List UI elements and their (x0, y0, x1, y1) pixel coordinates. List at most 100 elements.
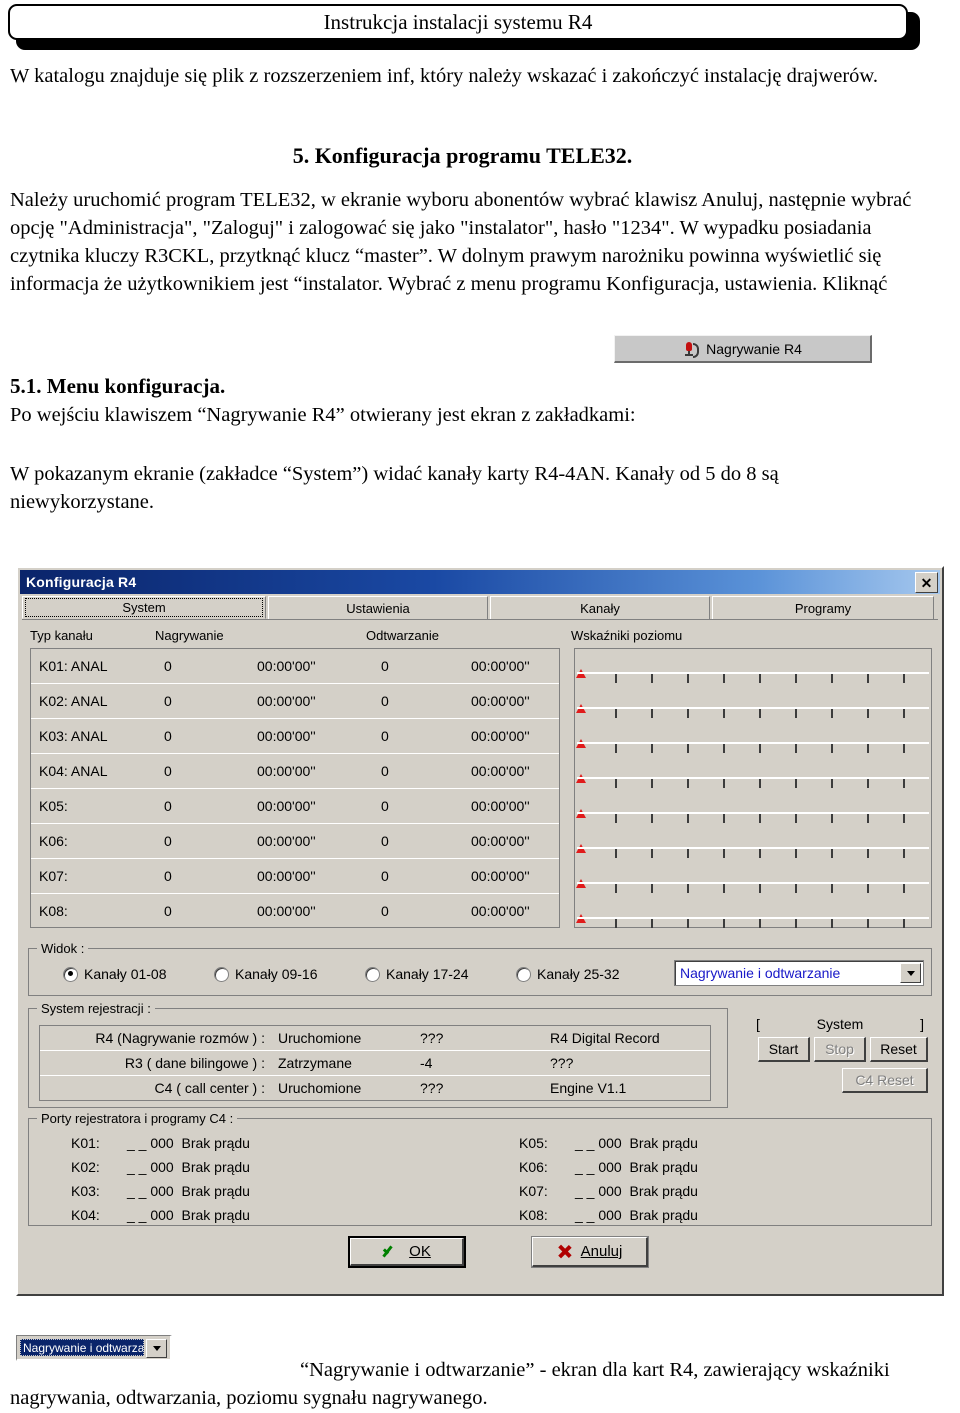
ok-button[interactable]: OK (348, 1236, 466, 1268)
level-meter-track (577, 742, 929, 753)
table-row[interactable]: K08: 0 00:00'00'' 0 00:00'00'' (31, 894, 559, 929)
column-header-odtwarzanie: Odtwarzanie (366, 628, 439, 643)
sysreg-label: C4 ( call center ) : (154, 1080, 265, 1096)
sysreg-info: R4 Digital Record (550, 1030, 660, 1046)
rec-time: 00:00'00'' (257, 833, 316, 849)
rec-time: 00:00'00'' (257, 728, 316, 744)
sysreg-label: R4 (Nagrywanie rozmów ) : (95, 1030, 265, 1046)
port-key: K01: (71, 1135, 100, 1151)
reset-button[interactable]: Reset (870, 1037, 928, 1062)
nagrywanie-r4-button[interactable]: Nagrywanie R4 (614, 335, 872, 363)
rec-time: 00:00'00'' (257, 903, 316, 919)
play-time: 00:00'00'' (471, 868, 530, 884)
play-count: 0 (381, 903, 389, 919)
bottom-mode-value: Nagrywanie i odtwarzanie (20, 1339, 144, 1356)
channel-name: K08: (39, 903, 68, 919)
radio-kanaly-17-24[interactable]: Kanały 17-24 (365, 966, 469, 982)
port-value: _ _ 000 Brak prądu (127, 1135, 250, 1151)
widok-legend: Widok : (37, 941, 89, 956)
sysreg-code: -4 (420, 1055, 433, 1071)
table-row: R4 (Nagrywanie rozmów ) : Uruchomione ??… (40, 1026, 710, 1051)
port-value: _ _ 000 Brak prądu (127, 1207, 250, 1223)
porty-legend: Porty rejestratora i programy C4 : (37, 1111, 238, 1126)
tab-programy[interactable]: Programy (712, 596, 934, 619)
system-rejestracji-legend: System rejestracji : (37, 1001, 155, 1016)
radio-kanaly-01-08[interactable]: Kanały 01-08 (63, 966, 167, 982)
tab-ustawienia[interactable]: Ustawienia (268, 596, 488, 619)
close-icon[interactable]: ✕ (915, 572, 938, 593)
port-key: K07: (519, 1183, 548, 1199)
level-indicators-panel (574, 648, 932, 928)
level-meter-track (577, 672, 929, 683)
cancel-button-label: Anuluj (580, 1243, 623, 1260)
level-meter-row (575, 894, 931, 929)
sysreg-state: Uruchomione (278, 1080, 362, 1096)
port-key: K03: (71, 1183, 100, 1199)
play-time: 00:00'00'' (471, 833, 530, 849)
level-meter-track (577, 707, 929, 718)
figure-caption-text: “Nagrywanie i odtwarzanie” - ekran dla k… (10, 1359, 890, 1409)
play-time: 00:00'00'' (471, 658, 530, 674)
port-key: K02: (71, 1159, 100, 1175)
table-row[interactable]: K03: ANAL 0 00:00'00'' 0 00:00'00'' (31, 719, 559, 754)
table-row[interactable]: K01: ANAL 0 00:00'00'' 0 00:00'00'' (31, 649, 559, 684)
section-heading-5: 5. Konfiguracja programu TELE32. (292, 143, 633, 168)
rec-count: 0 (164, 868, 172, 884)
level-meter-row (575, 649, 931, 684)
c4-reset-button[interactable]: C4 Reset (842, 1068, 928, 1093)
play-count: 0 (381, 728, 389, 744)
start-button[interactable]: Start (758, 1037, 810, 1062)
widok-groupbox: Widok : Kanały 01-08 Kanały 09-16 Kanały… (28, 941, 932, 996)
rec-time: 00:00'00'' (257, 658, 316, 674)
level-meter-row (575, 719, 931, 754)
sysreg-label: R3 ( dane bilingowe ) : (124, 1055, 265, 1071)
port-value: _ _ 000 Brak prądu (575, 1207, 698, 1223)
table-row[interactable]: K02: ANAL 0 00:00'00'' 0 00:00'00'' (31, 684, 559, 719)
channel-table[interactable]: K01: ANAL 0 00:00'00'' 0 00:00'00'' K02:… (30, 648, 560, 928)
level-meter-row (575, 754, 931, 789)
system-panel-label: System (816, 1016, 864, 1032)
start-button-label: Start (768, 1041, 799, 1057)
port-key: K05: (519, 1135, 548, 1151)
table-row[interactable]: K04: ANAL 0 00:00'00'' 0 00:00'00'' (31, 754, 559, 789)
cancel-button[interactable]: Anuluj (531, 1236, 649, 1268)
tab-kanaly[interactable]: Kanały (490, 596, 710, 619)
widok-mode-value: Nagrywanie i odtwarzanie (680, 965, 841, 981)
reset-button-label: Reset (880, 1041, 917, 1057)
radio-dot-icon (516, 966, 531, 982)
system-rejestracji-groupbox: System rejestracji : R4 (Nagrywanie rozm… (28, 1001, 728, 1108)
chevron-down-icon[interactable] (900, 963, 921, 983)
stop-button[interactable]: Stop (814, 1037, 866, 1062)
radio-kanaly-25-32[interactable]: Kanały 25-32 (516, 966, 620, 982)
play-count: 0 (381, 693, 389, 709)
widok-mode-combobox[interactable]: Nagrywanie i odtwarzanie (674, 960, 924, 986)
bracket-left: [ (756, 1016, 760, 1032)
radio-kanaly-09-16[interactable]: Kanały 09-16 (214, 966, 318, 982)
port-key: K06: (519, 1159, 548, 1175)
table-row[interactable]: K07: 0 00:00'00'' 0 00:00'00'' (31, 859, 559, 894)
page-title: Instrukcja instalacji systemu R4 (323, 10, 593, 34)
rec-time: 00:00'00'' (257, 693, 316, 709)
level-meter-row (575, 789, 931, 824)
level-meter-row (575, 824, 931, 859)
port-value: _ _ 000 Brak prądu (575, 1135, 698, 1151)
rec-count: 0 (164, 658, 172, 674)
system-rejestracji-table: R4 (Nagrywanie rozmów ) : Uruchomione ??… (39, 1025, 711, 1101)
dialog-titlebar[interactable]: Konfiguracja R4 ✕ (20, 570, 940, 594)
tab-kanaly-label: Kanały (580, 600, 620, 616)
sysreg-state: Uruchomione (278, 1030, 362, 1046)
channel-name: K02: ANAL (39, 693, 108, 709)
radio-dot-icon (63, 966, 78, 982)
konfiguracja-r4-dialog: Konfiguracja R4 ✕ System Ustawienia Kana… (16, 566, 944, 1296)
play-time: 00:00'00'' (471, 903, 530, 919)
table-row: C4 ( call center ) : Uruchomione ??? Eng… (40, 1076, 710, 1101)
level-meter-row (575, 859, 931, 894)
port-value: _ _ 000 Brak prądu (575, 1159, 698, 1175)
play-time: 00:00'00'' (471, 798, 530, 814)
tab-system[interactable]: System (22, 596, 266, 619)
microphone-icon (683, 341, 700, 358)
rec-count: 0 (164, 763, 172, 779)
table-row[interactable]: K06: 0 00:00'00'' 0 00:00'00'' (31, 824, 559, 859)
table-row[interactable]: K05: 0 00:00'00'' 0 00:00'00'' (31, 789, 559, 824)
sysreg-state: Zatrzymane (278, 1055, 352, 1071)
